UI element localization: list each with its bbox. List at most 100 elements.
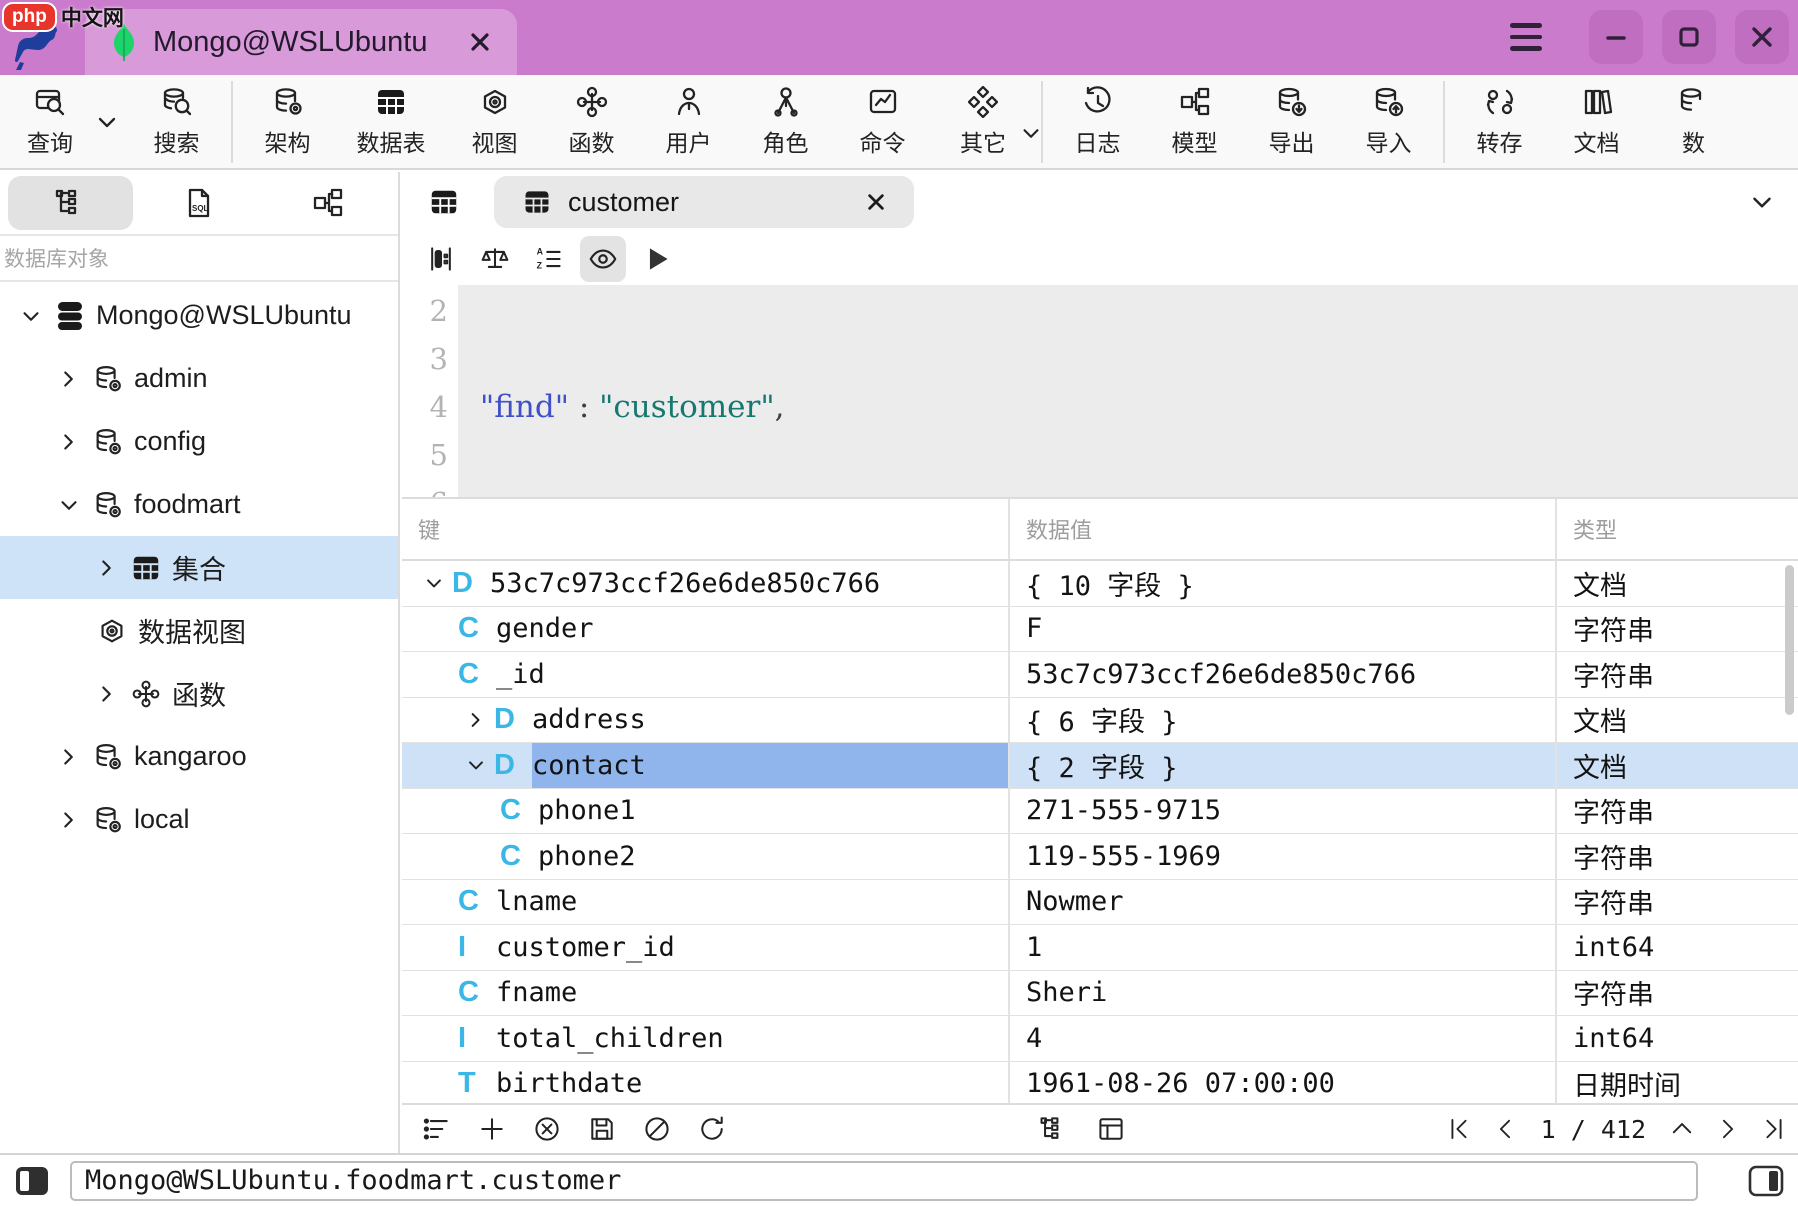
- toolbar-search-button[interactable]: 搜索: [128, 85, 225, 158]
- tree-item-connection[interactable]: Mongo@WSLUbuntu: [0, 284, 398, 347]
- toolbar-partial-button[interactable]: 数: [1645, 85, 1742, 158]
- sidebar-tabs: SQL: [0, 172, 398, 236]
- save-icon[interactable]: [587, 1114, 617, 1144]
- first-page-icon[interactable]: [1445, 1115, 1473, 1143]
- type-letter-icon: C: [500, 840, 538, 873]
- object-path[interactable]: Mongo@WSLUbuntu.foodmart.customer: [70, 1161, 1698, 1201]
- tree-item-config[interactable]: config: [0, 410, 398, 473]
- table-row[interactable]: Cfname Sheri 字符串: [402, 971, 1798, 1017]
- maximize-icon: [1676, 24, 1702, 50]
- tree-item-foodmart[interactable]: foodmart: [0, 473, 398, 536]
- sidebar-tab-model[interactable]: [265, 176, 390, 230]
- toolbar-export-button[interactable]: 导出: [1243, 85, 1340, 158]
- toolbar-schema-button[interactable]: 架构: [239, 85, 336, 158]
- menu-icon[interactable]: [1504, 17, 1548, 57]
- table-row-selected[interactable]: Dcontact { 2 字段 } 文档: [402, 743, 1798, 789]
- toolbar-table-button[interactable]: 数据表: [336, 85, 446, 158]
- add-record-icon[interactable]: [477, 1114, 507, 1144]
- table-row[interactable]: Cphone2 119-555-1969 字符串: [402, 834, 1798, 880]
- tree-item-dataviews[interactable]: 数据视图: [0, 599, 398, 662]
- header-value[interactable]: 数据值: [1010, 499, 1557, 559]
- tree-item-kangaroo[interactable]: kangaroo: [0, 725, 398, 788]
- query-code[interactable]: "find" : "customer", "filter" : { "total…: [458, 285, 1798, 497]
- other-icon: [966, 85, 1000, 119]
- table-row[interactable]: Clname Nowmer 字符串: [402, 880, 1798, 926]
- table-row[interactable]: Icustomer_id 1 int64: [402, 925, 1798, 971]
- chevron-down-icon: [94, 109, 120, 135]
- toolbar-log-button[interactable]: 日志: [1049, 85, 1146, 158]
- query-editor[interactable]: 2 3 4 5 6 "find" : "customer", "filter" …: [402, 285, 1798, 497]
- discard-icon[interactable]: [642, 1114, 672, 1144]
- sidebar-tab-objects[interactable]: [8, 176, 133, 230]
- columns-button[interactable]: [418, 236, 464, 282]
- tree-item-functions[interactable]: 函数: [0, 662, 398, 725]
- table-row[interactable]: C_id 53c7c973ccf26e6de850c766 字符串: [402, 652, 1798, 698]
- preview-button[interactable]: [580, 236, 626, 282]
- toggle-right-pane-icon[interactable]: [1748, 1164, 1784, 1198]
- toolbar-command-button[interactable]: 命令: [834, 85, 931, 158]
- card-mode-icon[interactable]: [1096, 1114, 1126, 1144]
- tree-item-local[interactable]: local: [0, 788, 398, 851]
- toolbar-other-button[interactable]: 其它: [931, 85, 1035, 158]
- prev-page-icon[interactable]: [1491, 1115, 1519, 1143]
- toolbar-query-button[interactable]: 查询: [14, 85, 86, 158]
- header-key[interactable]: 键: [402, 499, 1010, 559]
- type-letter-icon: C: [458, 976, 496, 1009]
- eye-icon: [587, 243, 619, 275]
- chevron-down-icon[interactable]: [465, 754, 487, 776]
- toolbar-dump-button[interactable]: 转存: [1451, 85, 1548, 158]
- tree-mode-icon[interactable]: [1038, 1114, 1068, 1144]
- table-row[interactable]: Cphone1 271-555-9715 字符串: [402, 789, 1798, 835]
- tree-item-admin[interactable]: admin: [0, 347, 398, 410]
- chevron-down-icon[interactable]: [423, 572, 445, 594]
- collapse-up-icon[interactable]: [1668, 1115, 1696, 1143]
- table-row[interactable]: Itotal_children 4 int64: [402, 1016, 1798, 1062]
- delete-record-icon[interactable]: [532, 1114, 562, 1144]
- explain-button[interactable]: [472, 236, 518, 282]
- run-button[interactable]: [634, 236, 680, 282]
- function-icon: [131, 679, 161, 709]
- tree-item-collections[interactable]: 集合: [0, 536, 398, 599]
- toolbar-role-button[interactable]: 角色: [737, 85, 834, 158]
- toolbar-doc-button[interactable]: 文档: [1548, 85, 1645, 158]
- table-row[interactable]: Tbirthdate 1961-08-26 07:00:00 日期时间: [402, 1062, 1798, 1104]
- minimize-button[interactable]: [1589, 10, 1643, 64]
- toggle-left-pane-icon[interactable]: [14, 1164, 50, 1198]
- type-letter-icon: D: [494, 749, 532, 782]
- sidebar-tab-sql[interactable]: SQL: [137, 176, 262, 230]
- table-icon: [522, 187, 552, 217]
- tab-customer[interactable]: customer: [494, 176, 914, 228]
- collection-list-button[interactable]: [422, 186, 466, 218]
- header-type[interactable]: 类型: [1557, 499, 1798, 559]
- tab-close-icon[interactable]: [469, 31, 491, 53]
- focused-cell: contact: [532, 743, 1008, 788]
- log-icon: [1081, 85, 1115, 119]
- vertical-scrollbar[interactable]: [1785, 565, 1794, 715]
- query-dropdown-button[interactable]: [86, 109, 128, 135]
- connection-tab[interactable]: Mongo@WSLUbuntu: [85, 9, 517, 75]
- table-row[interactable]: Cgender F 字符串: [402, 607, 1798, 653]
- toolbar-import-button[interactable]: 导入: [1340, 85, 1437, 158]
- toolbar-function-button[interactable]: 函数: [543, 85, 640, 158]
- toolbar-view-button[interactable]: 视图: [446, 85, 543, 158]
- table-row[interactable]: Daddress { 6 字段 } 文档: [402, 698, 1798, 744]
- close-button[interactable]: [1735, 10, 1789, 64]
- type-letter-icon: I: [458, 931, 496, 964]
- next-page-icon[interactable]: [1714, 1115, 1742, 1143]
- sort-list-button[interactable]: A Z: [526, 236, 572, 282]
- chevron-down-icon: [1019, 121, 1043, 145]
- toolbar-model-button[interactable]: 模型: [1146, 85, 1243, 158]
- table-row[interactable]: D53c7c973ccf26e6de850c766 { 10 字段 } 文档: [402, 561, 1798, 607]
- maximize-button[interactable]: [1662, 10, 1716, 64]
- connection-tab-title: Mongo@WSLUbuntu: [153, 26, 427, 59]
- chevron-down-icon[interactable]: [1748, 188, 1776, 216]
- refresh-icon[interactable]: [697, 1114, 727, 1144]
- chevron-right-icon[interactable]: [465, 709, 487, 731]
- filter-rows-icon[interactable]: [422, 1114, 452, 1144]
- data-view-icon: [96, 615, 128, 647]
- toolbar-user-button[interactable]: 用户: [640, 85, 737, 158]
- last-page-icon[interactable]: [1760, 1115, 1788, 1143]
- tab-title: customer: [568, 187, 679, 218]
- object-tree: Mongo@WSLUbuntu admin config: [0, 282, 398, 851]
- tab-close-icon[interactable]: [866, 192, 886, 212]
